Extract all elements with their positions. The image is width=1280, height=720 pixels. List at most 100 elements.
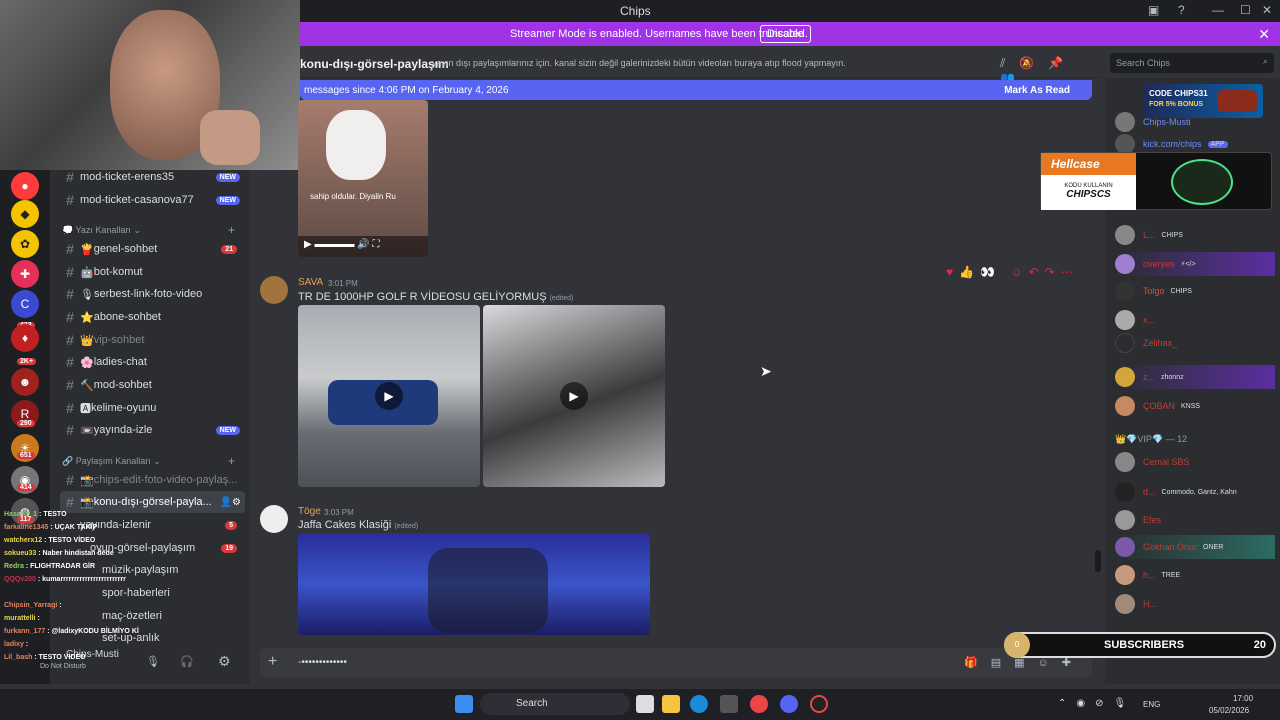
app-icon[interactable] bbox=[810, 695, 828, 713]
maximize-icon[interactable]: ☐ bbox=[1240, 3, 1251, 17]
member-item[interactable]: d... Commodo, Gantz, Kahn bbox=[1115, 480, 1237, 504]
channel-item[interactable]: # 🎙 serbest-link-foto-video bbox=[60, 283, 245, 305]
avatar[interactable] bbox=[260, 276, 288, 304]
video-attachment[interactable] bbox=[298, 533, 650, 635]
channel-item[interactable]: # 📼 yayında-izle NEW bbox=[60, 419, 245, 441]
member-item[interactable]: Cemal SBS bbox=[1115, 450, 1190, 474]
video-controls[interactable]: ▶ ▬▬▬▬ 🔊 ⛶ bbox=[298, 236, 428, 257]
message-author[interactable]: Töge bbox=[298, 506, 321, 517]
channel-item[interactable]: # ⭐ abone-sohbet bbox=[60, 306, 245, 328]
clock-time[interactable]: 17:00 bbox=[1233, 694, 1253, 703]
new-messages-bar[interactable]: messages since 4:06 PM on February 4, 20… bbox=[300, 80, 1092, 100]
server-badge: 2K+ bbox=[17, 358, 37, 365]
channel-name: konu-dışı-görsel-paylaşım bbox=[300, 57, 449, 71]
add-channel-icon[interactable]: + bbox=[228, 454, 235, 468]
reaction-bar[interactable]: ♥👍👀 ☺↶↷⋯ bbox=[946, 265, 1079, 279]
discord-icon[interactable] bbox=[780, 695, 798, 713]
category-header[interactable]: 🔗 Paylaşım Kanalları ⌄ bbox=[62, 456, 161, 467]
member-item[interactable]: Tolgo CHIPS bbox=[1115, 279, 1192, 303]
video-attachment[interactable]: sahip oldular. Diyalin Ru ▶ ▬▬▬▬ 🔊 ⛶ bbox=[298, 100, 428, 257]
avatar[interactable] bbox=[260, 505, 288, 533]
member-item[interactable]: H... bbox=[1115, 592, 1157, 616]
channel-topic: yayın dışı paylaşımlarınız için. kanal s… bbox=[432, 58, 846, 68]
subscribers-counter: 0 SUBSCRIBERS 20 bbox=[1004, 632, 1276, 658]
server-icon[interactable]: ♦ bbox=[11, 324, 39, 352]
server-icon[interactable]: ✚ bbox=[11, 260, 39, 288]
member-item[interactable]: h... TREE bbox=[1115, 563, 1180, 587]
webcam-overlay bbox=[0, 0, 300, 170]
message-time: 3:01 PM bbox=[328, 279, 358, 288]
hellcase-banner: Hellcase KODU KULLANIN CHIPSCS bbox=[1040, 152, 1272, 210]
file-explorer-icon[interactable] bbox=[662, 695, 680, 713]
search-input[interactable]: Search Chips ⌕ bbox=[1110, 53, 1274, 73]
add-channel-icon[interactable]: + bbox=[228, 223, 235, 237]
settings-icon: 👤⚙ bbox=[219, 496, 241, 508]
video-attachment[interactable]: ▶ bbox=[298, 305, 480, 487]
category-header[interactable]: 💭 Yazı Kanalları ⌄ bbox=[62, 225, 141, 236]
channel-item[interactable]: # mod-ticket-casanova77 NEW bbox=[60, 189, 245, 211]
channel-item[interactable]: # 🌸 ladies-chat bbox=[60, 351, 245, 373]
start-icon[interactable] bbox=[455, 695, 473, 713]
taskbar-search[interactable]: Search bbox=[480, 693, 630, 715]
member-item[interactable]: Efes bbox=[1115, 508, 1161, 532]
server-icon[interactable]: C bbox=[11, 290, 39, 318]
tray-icons[interactable]: ⌃◉⊘🎙 bbox=[1058, 698, 1136, 709]
clock-date[interactable]: 05/02/2026 bbox=[1209, 706, 1249, 715]
message-composer[interactable]: + -••••••••••••• 🎁▤▦☺✚ bbox=[260, 648, 1092, 678]
server-icon[interactable]: ◆ bbox=[11, 200, 39, 228]
chrome-icon[interactable] bbox=[750, 695, 768, 713]
language-indicator[interactable]: ENG bbox=[1143, 700, 1160, 709]
server-icon[interactable]: ● bbox=[11, 172, 39, 200]
message-time: 3:03 PM bbox=[324, 508, 354, 517]
help-icon[interactable]: ? bbox=[1178, 3, 1185, 17]
task-view-icon[interactable] bbox=[636, 695, 654, 713]
mark-as-read-button[interactable]: Mark As Read bbox=[1004, 85, 1070, 96]
composer-input[interactable]: -••••••••••••• bbox=[298, 657, 347, 668]
weapon-icon bbox=[1171, 159, 1233, 205]
member-item[interactable]: x... bbox=[1115, 308, 1155, 332]
member-item[interactable]: L... CHIPS bbox=[1115, 223, 1183, 247]
user-settings-icon[interactable]: ⚙ bbox=[218, 653, 231, 670]
video-frame bbox=[326, 110, 386, 180]
video-attachment[interactable]: ▶ bbox=[483, 305, 665, 487]
member-item[interactable]: overyes ⚡</> bbox=[1115, 252, 1275, 276]
message-text: TR DE 1000HP GOLF R VİDEOSU GELİYORMUŞ (e… bbox=[298, 291, 574, 303]
server-icon[interactable]: ✿ bbox=[11, 230, 39, 258]
disable-streamer-mode-button[interactable]: Disable bbox=[760, 25, 811, 43]
cursor-icon: ➤ bbox=[760, 363, 772, 379]
channel-item[interactable]: # 🍟 genel-sohbet 21 bbox=[60, 238, 245, 260]
video-caption: sahip oldular. Diyalin Ru bbox=[310, 192, 396, 201]
server-badge: 414 bbox=[17, 484, 35, 491]
close-banner-icon[interactable]: ✕ bbox=[1258, 26, 1270, 43]
streamer-hand bbox=[200, 110, 260, 165]
streamer-mode-banner: Streamer Mode is enabled. Usernames have… bbox=[300, 22, 1280, 46]
channel-item[interactable]: # 📸 chips-edit-foto-video-paylaş... bbox=[60, 469, 245, 491]
channel-item[interactable]: # 👑 vip-sohbet bbox=[60, 329, 245, 351]
member-item[interactable]: ÇOBAN KNSS bbox=[1115, 394, 1200, 418]
server-badge: 290 bbox=[17, 420, 35, 427]
channel-item[interactable]: # 🔨 mod-sohbet bbox=[60, 374, 245, 396]
store-icon[interactable] bbox=[720, 695, 738, 713]
stream-chat-overlay: Hasann_1 : TESTO farkaline1345 : UÇAK TA… bbox=[4, 511, 139, 661]
edge-icon[interactable] bbox=[690, 695, 708, 713]
close-window-icon[interactable]: ✕ bbox=[1262, 3, 1272, 17]
channel-item[interactable]: # 🅰kelime-oyunu bbox=[60, 397, 245, 419]
video-frame bbox=[428, 548, 548, 633]
promo-banner: CODE CHIPS31 FOR 5% BONUS bbox=[1143, 84, 1263, 118]
window-title: Chips bbox=[620, 4, 651, 18]
channel-item[interactable]: # 🤖 bot-komut bbox=[60, 261, 245, 283]
add-attachment-icon[interactable]: + bbox=[268, 653, 277, 671]
search-icon: ⌕ bbox=[1262, 56, 1268, 66]
server-icon[interactable]: ☻ bbox=[11, 368, 39, 396]
inbox-icon[interactable]: ▣ bbox=[1148, 3, 1159, 17]
minimize-icon[interactable]: — bbox=[1212, 3, 1224, 17]
car-icon bbox=[1217, 90, 1257, 112]
member-item[interactable]: Zelihax_ bbox=[1115, 331, 1177, 355]
scrollbar-thumb[interactable] bbox=[1095, 550, 1101, 572]
play-icon[interactable]: ▶ bbox=[375, 382, 403, 410]
member-item[interactable]: z... zhonnz bbox=[1115, 365, 1275, 389]
server-badge: 651 bbox=[17, 452, 35, 459]
member-item[interactable]: Gokhan Onur ONER bbox=[1115, 535, 1275, 559]
play-icon[interactable]: ▶ bbox=[560, 382, 588, 410]
message-author[interactable]: SAVA bbox=[298, 277, 323, 288]
